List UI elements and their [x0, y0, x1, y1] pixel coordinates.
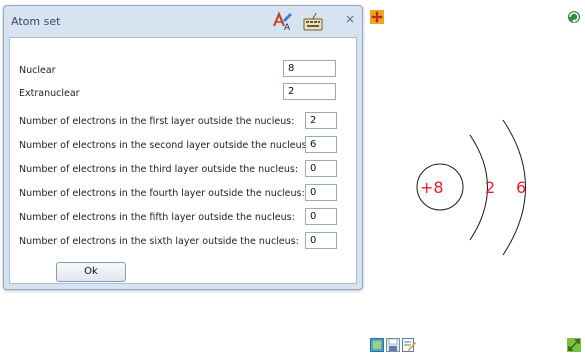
- nucleus-label: +8: [420, 178, 444, 197]
- shell-value-2: 6: [516, 178, 527, 197]
- atom-diagram: [416, 119, 526, 256]
- shell-value-1: 2: [485, 178, 496, 197]
